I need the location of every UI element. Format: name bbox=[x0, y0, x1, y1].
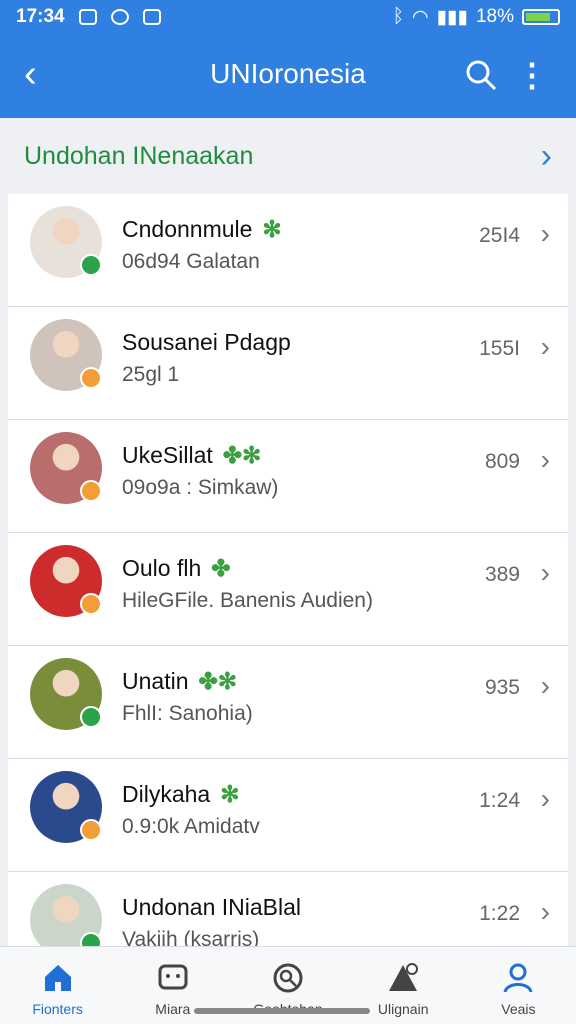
chevron-right-icon: › bbox=[540, 896, 550, 927]
nav-label: Ulignain bbox=[377, 1001, 429, 1017]
list-item[interactable]: Unatin ✤✻ FhlI: Sanohia) 935 › bbox=[8, 646, 568, 759]
contact-name: Oulo flh ✤ bbox=[122, 555, 231, 581]
list-item[interactable]: Dilykaha ✻ 0.9:0k Amidatv 1:24 › bbox=[8, 759, 568, 872]
section-header[interactable]: Undohan INenaakan › bbox=[0, 118, 576, 194]
leaf-icon: ✤ bbox=[211, 555, 231, 581]
status-badge-icon bbox=[80, 819, 102, 841]
contact-count: 155I bbox=[479, 337, 520, 360]
search-icon[interactable] bbox=[464, 58, 498, 92]
chevron-right-icon: › bbox=[540, 783, 550, 814]
chevron-right-icon: › bbox=[540, 218, 550, 249]
notification-icon bbox=[78, 9, 97, 25]
nav-label: Veais bbox=[501, 1001, 536, 1017]
nav-label: Miara bbox=[155, 1001, 191, 1017]
search-circle-icon bbox=[273, 963, 303, 993]
contact-list: Cndonnmule ✻ 06d94 Galatan 25I4 › Sousane… bbox=[8, 194, 568, 946]
contact-subtitle: 09o9a : Simkaw) bbox=[122, 476, 279, 499]
leaf-icon: ✻ bbox=[220, 781, 240, 807]
contact-name: Unatin ✤✻ bbox=[122, 668, 238, 694]
status-right: ᛒ ◠ ▮▮▮ 18% bbox=[393, 6, 560, 29]
nav-item-profile[interactable]: Veais bbox=[461, 947, 576, 1024]
status-badge-icon bbox=[80, 254, 102, 276]
list-item[interactable]: UkeSillat ✤✻ 09o9a : Simkaw) 809 › bbox=[8, 420, 568, 533]
contact-subtitle: 0.9:0k Amidatv bbox=[122, 815, 260, 838]
status-bar: 17:34 ᛒ ◠ ▮▮▮ 18% bbox=[0, 0, 576, 34]
list-item[interactable]: Oulo flh ✤ HileGFile. Banenis Audien) 389… bbox=[8, 533, 568, 646]
profile-icon bbox=[503, 963, 533, 993]
wifi-icon: ◠ bbox=[412, 6, 429, 28]
signal-icon: ▮▮▮ bbox=[436, 6, 468, 28]
leaf-icon: ✤✻ bbox=[222, 442, 262, 468]
status-time: 17:34 bbox=[16, 6, 65, 27]
list-item[interactable]: Undonan INiaBlal Vakiih (ksarris) 1:22 › bbox=[8, 872, 568, 946]
home-indicator bbox=[194, 1008, 370, 1014]
contact-subtitle: HileGFile. Banenis Audien) bbox=[122, 589, 373, 612]
contact-count: 809 bbox=[484, 450, 520, 473]
contact-count: 1:24 bbox=[479, 789, 520, 812]
contact-name: Sousanei Pdagp bbox=[122, 329, 291, 355]
contact-subtitle: FhlI: Sanohia) bbox=[122, 702, 253, 725]
battery-percent: 18% bbox=[475, 6, 514, 27]
status-badge-icon bbox=[80, 593, 102, 615]
chat-icon bbox=[158, 964, 188, 990]
message-icon bbox=[142, 9, 161, 25]
contact-name: Dilykaha ✻ bbox=[122, 781, 240, 807]
contact-subtitle: 25gl 1 bbox=[122, 363, 180, 386]
chevron-right-icon: › bbox=[540, 670, 550, 701]
nav-label: Fionters bbox=[32, 1001, 83, 1017]
alert-icon bbox=[389, 963, 419, 991]
nav-item-home[interactable]: Fionters bbox=[0, 947, 115, 1024]
more-icon[interactable]: ⋮ bbox=[516, 58, 548, 92]
leaf-icon: ✻ bbox=[262, 216, 282, 242]
app-bar: ‹ UNIoronesia ⋮ bbox=[0, 34, 576, 118]
chevron-right-icon: › bbox=[540, 331, 550, 362]
status-badge-icon bbox=[80, 367, 102, 389]
status-badge-icon bbox=[80, 480, 102, 502]
contact-name: Cndonnmule ✻ bbox=[122, 216, 282, 242]
home-icon bbox=[44, 965, 71, 991]
contact-name: UkeSillat ✤✻ bbox=[122, 442, 262, 468]
chevron-right-icon: › bbox=[540, 444, 550, 475]
contact-count: 1:22 bbox=[479, 902, 520, 925]
battery-icon bbox=[522, 9, 560, 25]
chevron-right-icon: › bbox=[540, 557, 550, 588]
contact-count: 25I4 bbox=[479, 224, 520, 247]
contact-subtitle: Vakiih (ksarris) bbox=[122, 928, 260, 946]
chevron-right-icon: › bbox=[540, 136, 552, 175]
contact-name: Undonan INiaBlal bbox=[122, 894, 302, 920]
section-title: Undohan INenaakan bbox=[24, 141, 254, 170]
contact-subtitle: 06d94 Galatan bbox=[122, 250, 260, 273]
status-badge-icon bbox=[80, 706, 102, 728]
leaf-icon: ✤✻ bbox=[198, 668, 238, 694]
bluetooth-icon: ᛒ bbox=[392, 6, 404, 27]
contact-count: 389 bbox=[484, 563, 520, 586]
list-item[interactable]: Cndonnmule ✻ 06d94 Galatan 25I4 › bbox=[8, 194, 568, 307]
list-item[interactable]: Sousanei Pdagp 25gl 1 155I › bbox=[8, 307, 568, 420]
contact-count: 935 bbox=[484, 676, 520, 699]
settings-icon bbox=[110, 9, 129, 25]
